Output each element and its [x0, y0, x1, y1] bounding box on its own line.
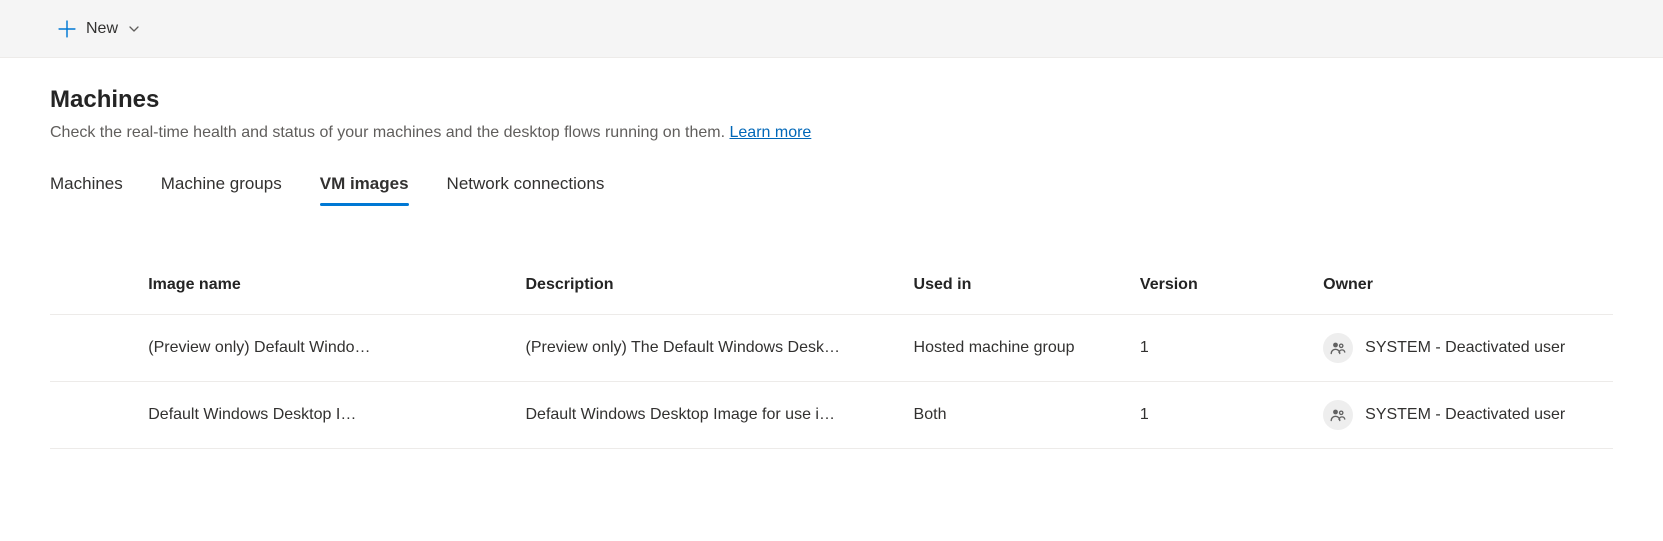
tab-machines[interactable]: Machines — [50, 170, 123, 204]
owner-name: SYSTEM - Deactivated user — [1365, 406, 1565, 424]
col-image-name[interactable]: Image name — [136, 264, 513, 315]
page-description-text: Check the real-time health and status of… — [50, 124, 730, 141]
page-title: Machines — [50, 86, 1613, 114]
owner-name: SYSTEM - Deactivated user — [1365, 339, 1565, 357]
learn-more-link[interactable]: Learn more — [730, 124, 812, 141]
page-description: Check the real-time health and status of… — [50, 124, 1613, 142]
tab-machine-groups[interactable]: Machine groups — [161, 170, 282, 204]
owner-avatar-icon — [1323, 333, 1353, 363]
col-description[interactable]: Description — [514, 264, 902, 315]
col-used-in[interactable]: Used in — [902, 264, 1128, 315]
col-owner[interactable]: Owner — [1311, 264, 1613, 315]
toolbar: New — [0, 0, 1663, 58]
tabs: Machines Machine groups VM images Networ… — [50, 170, 1613, 204]
cell-version: 1 — [1128, 315, 1311, 382]
plus-icon — [58, 20, 76, 38]
tab-vm-images[interactable]: VM images — [320, 170, 409, 204]
vm-images-table: Image name Description Used in Version O… — [50, 264, 1613, 449]
col-version[interactable]: Version — [1128, 264, 1311, 315]
new-button[interactable]: New — [50, 14, 148, 44]
table-header-row: Image name Description Used in Version O… — [50, 264, 1613, 315]
cell-image-name[interactable]: (Preview only) Default Windo… — [136, 315, 513, 382]
tab-network-connections[interactable]: Network connections — [447, 170, 605, 204]
cell-used-in: Hosted machine group — [902, 315, 1128, 382]
owner-avatar-icon — [1323, 400, 1353, 430]
cell-image-name[interactable]: Default Windows Desktop I… — [136, 382, 513, 449]
cell-spacer — [50, 315, 136, 382]
cell-version: 1 — [1128, 382, 1311, 449]
cell-owner: SYSTEM - Deactivated user — [1311, 315, 1613, 382]
table-row[interactable]: Default Windows Desktop I… Default Windo… — [50, 382, 1613, 449]
cell-used-in: Both — [902, 382, 1128, 449]
cell-owner: SYSTEM - Deactivated user — [1311, 382, 1613, 449]
col-spacer — [50, 264, 136, 315]
new-button-label: New — [86, 20, 118, 38]
cell-spacer — [50, 382, 136, 449]
chevron-down-icon — [128, 23, 140, 35]
cell-description: Default Windows Desktop Image for use i… — [514, 382, 902, 449]
cell-description: (Preview only) The Default Windows Desk… — [514, 315, 902, 382]
table-row[interactable]: (Preview only) Default Windo… (Preview o… — [50, 315, 1613, 382]
content-area: Machines Check the real-time health and … — [0, 58, 1663, 477]
